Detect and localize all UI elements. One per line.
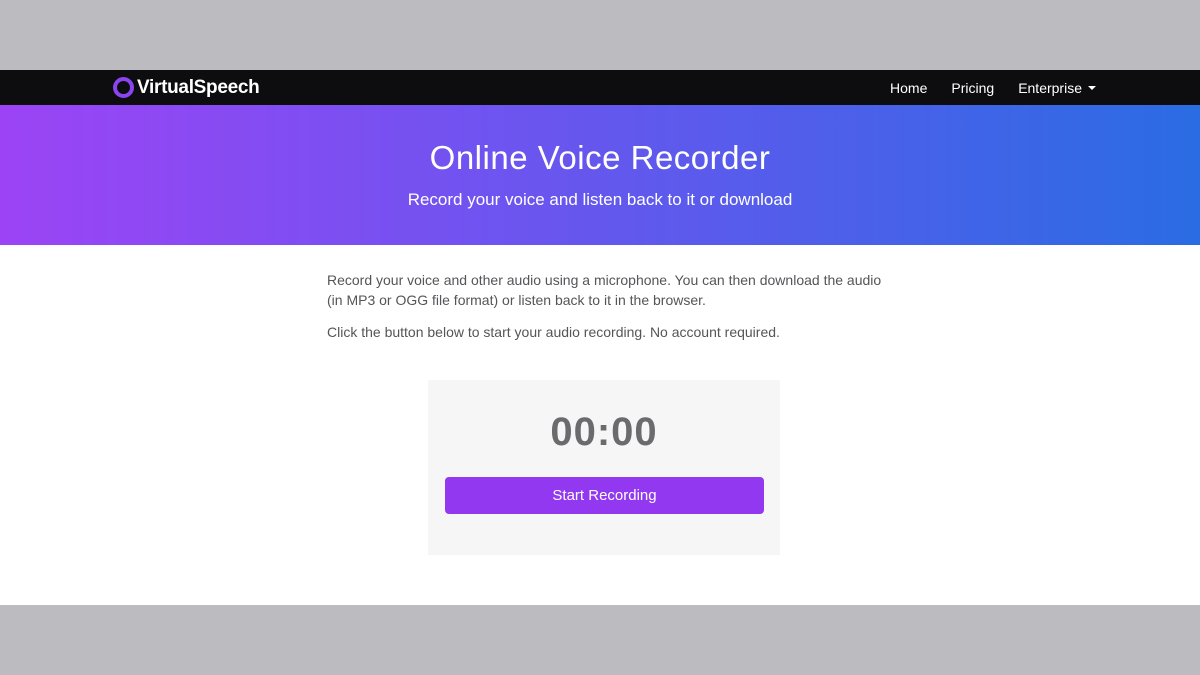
nav-pricing-label: Pricing — [951, 79, 995, 96]
main-content: Record your voice and other audio using … — [0, 245, 1200, 605]
nav-pricing[interactable]: Pricing — [951, 80, 994, 96]
nav-home-label: Home — [890, 79, 928, 96]
nav-enterprise-label: Enterprise — [1018, 79, 1082, 96]
brand-name: VirtualSpeech — [137, 76, 260, 98]
hero-banner: Online Voice Recorder Record your voice … — [0, 105, 1200, 245]
intro-paragraph-1: Record your voice and other audio using … — [327, 272, 882, 308]
caret-down-icon — [1088, 86, 1096, 90]
navbar: VirtualSpeech Home Pricing Enterprise — [0, 70, 1200, 105]
intro-text: Record your voice and other audio using … — [327, 270, 887, 354]
nav-enterprise-dropdown[interactable]: Enterprise — [1018, 80, 1096, 96]
nav-home[interactable]: Home — [890, 80, 927, 96]
nav-links: Home Pricing Enterprise — [866, 70, 1096, 105]
letterbox-bottom — [0, 605, 1200, 675]
intro-paragraph-2: Click the button below to start your aud… — [327, 324, 780, 340]
page-title: Online Voice Recorder — [429, 139, 771, 176]
start-recording-button[interactable]: Start Recording — [445, 477, 764, 514]
recorder-panel: 00:00 Start Recording — [428, 380, 780, 555]
logo-ring-icon — [113, 77, 134, 98]
recording-timer: 00:00 — [550, 410, 658, 454]
brand-logo[interactable]: VirtualSpeech — [113, 74, 260, 101]
letterbox-top — [0, 0, 1200, 70]
page-subtitle: Record your voice and listen back to it … — [407, 190, 793, 209]
